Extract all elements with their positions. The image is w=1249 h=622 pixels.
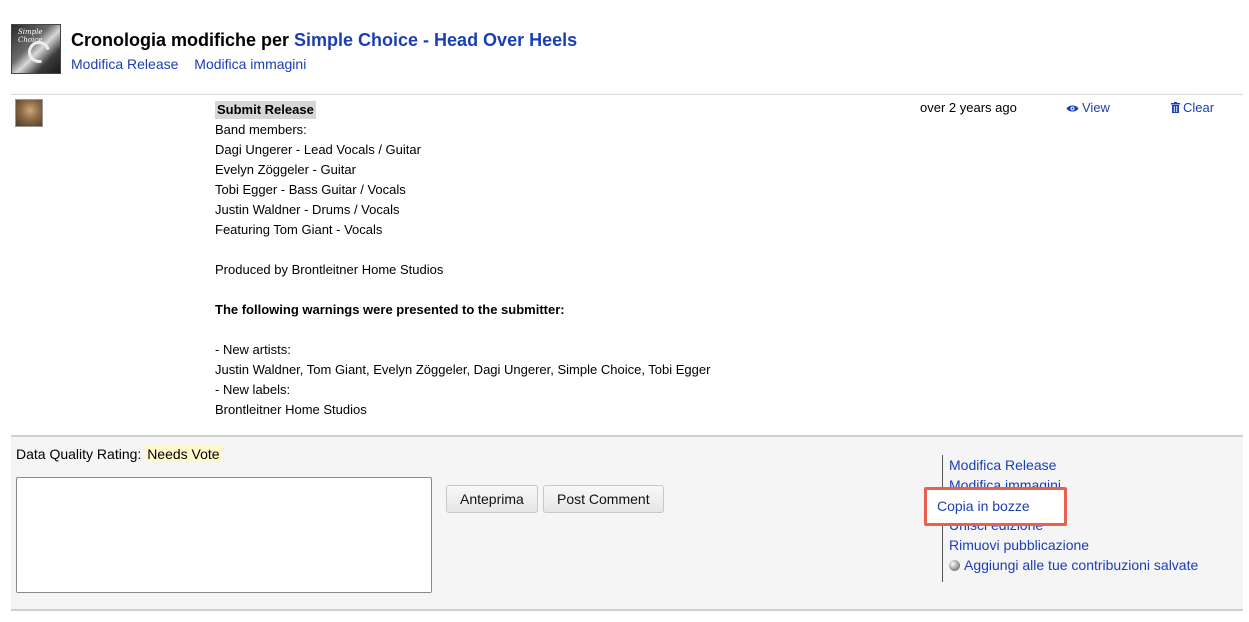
entry-line: Dagi Ungerer - Lead Vocals / Guitar: [215, 142, 421, 157]
data-quality-rating: Data Quality Rating: Needs Vote: [16, 446, 222, 462]
edit-images-link[interactable]: Modifica immagini: [194, 56, 306, 72]
release-title-link[interactable]: Simple Choice - Head Over Heels: [294, 30, 577, 50]
warnings-heading: The following warnings were presented to…: [215, 302, 565, 317]
add-to-saved-contributions-link[interactable]: Aggiungi alle tue contribuzioni salvate: [949, 557, 1198, 573]
action-badge: Submit Release: [215, 101, 316, 119]
clear-label: Clear: [1183, 100, 1215, 115]
edit-release-link[interactable]: Modifica Release: [71, 56, 178, 72]
preview-button[interactable]: Anteprima: [446, 485, 538, 513]
clear-link[interactable]: Clear: [1171, 100, 1214, 116]
comment-textarea[interactable]: [16, 477, 432, 593]
divider: [11, 94, 1243, 95]
title-prefix: Cronologia modifiche per: [71, 30, 295, 50]
add-saved-label: Aggiungi alle tue contribuzioni salvate: [964, 557, 1199, 573]
page-title: Cronologia modifiche per Simple Choice -…: [71, 30, 577, 51]
entry-line: Featuring Tom Giant - Vocals: [215, 222, 383, 237]
comment-panel: Data Quality Rating: Needs Vote Anteprim…: [11, 435, 1243, 611]
warning-line: Brontleitner Home Studios: [215, 402, 367, 417]
view-link[interactable]: View: [1066, 100, 1110, 116]
page-header: Simple Choice Cronologia modifiche per S…: [11, 24, 1243, 80]
dq-value: Needs Vote: [145, 446, 222, 462]
eye-icon: [1066, 101, 1079, 116]
warning-line: Justin Waldner, Tom Giant, Evelyn Zöggel…: [215, 362, 711, 377]
post-comment-button[interactable]: Post Comment: [543, 485, 664, 513]
copy-to-draft-highlight: Copia in bozze: [924, 487, 1067, 526]
avatar[interactable]: [15, 99, 43, 127]
remove-release-link[interactable]: Rimuovi pubblicazione: [949, 537, 1089, 553]
view-label: View: [1082, 100, 1110, 115]
produced-line: Produced by Brontleitner Home Studios: [215, 262, 444, 277]
entry-timestamp: over 2 years ago: [920, 100, 1017, 115]
side-edit-release-link[interactable]: Modifica Release: [949, 457, 1056, 473]
warning-line: - New artists:: [215, 342, 291, 357]
entry-line: Band members:: [215, 122, 307, 137]
copy-to-draft-link[interactable]: Copia in bozze: [937, 498, 1030, 514]
release-cover-thumbnail[interactable]: Simple Choice: [11, 24, 61, 74]
header-links: Modifica Release Modifica immagini: [71, 56, 318, 72]
trash-icon: [1171, 101, 1180, 116]
orb-icon: [949, 560, 960, 571]
entry-line: Evelyn Zöggeler - Guitar: [215, 162, 356, 177]
entry-line: Justin Waldner - Drums / Vocals: [215, 202, 400, 217]
entry-line: Tobi Egger - Bass Guitar / Vocals: [215, 182, 406, 197]
history-entry-content: Submit Release Band members: Dagi Ungere…: [215, 100, 895, 420]
dq-label: Data Quality Rating:: [16, 446, 142, 462]
warning-line: - New labels:: [215, 382, 291, 397]
